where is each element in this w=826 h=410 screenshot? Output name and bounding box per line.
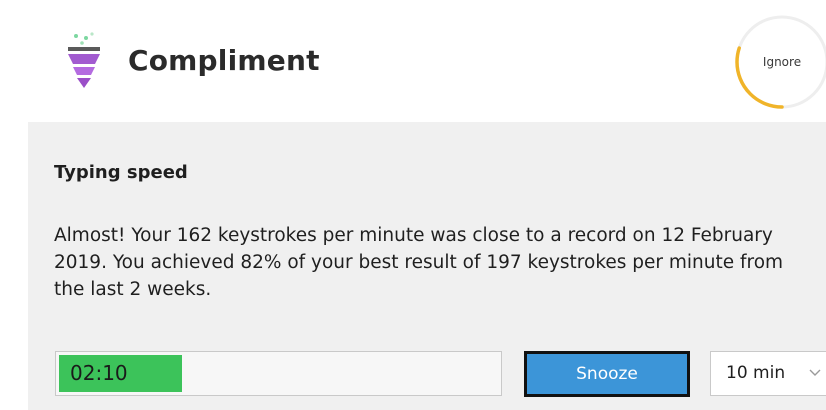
funnel-icon xyxy=(68,32,100,88)
app-title: Compliment xyxy=(128,44,320,77)
snooze-duration-value: 10 min xyxy=(726,363,786,383)
snooze-button[interactable]: Snooze xyxy=(524,351,690,397)
notification-panel: Typing speed Almost! Your 162 keystrokes… xyxy=(28,122,826,410)
snooze-duration-select[interactable]: 10 min xyxy=(710,351,826,396)
notification-header: Compliment Ignore xyxy=(0,0,826,122)
ignore-button[interactable]: Ignore xyxy=(733,13,826,111)
section-title: Typing speed xyxy=(54,162,188,183)
message-text: Almost! Your 162 keystrokes per minute w… xyxy=(54,225,784,300)
chevron-down-icon xyxy=(809,369,821,376)
timer-text: 02:10 xyxy=(70,361,128,385)
timer-progress-bar: 02:10 xyxy=(55,351,502,396)
